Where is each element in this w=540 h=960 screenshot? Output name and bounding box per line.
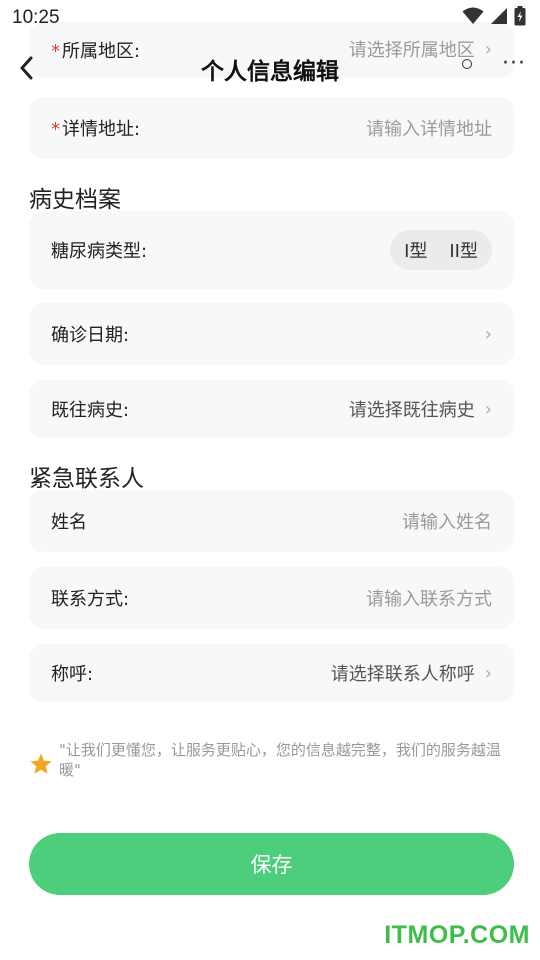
detail-address-field[interactable]: * 详情地址: 请输入详情地址 xyxy=(29,97,514,159)
watermark-logo: ITMOP.COM xyxy=(384,921,530,949)
nav-actions: ··· xyxy=(462,53,526,75)
diagnosis-date-label: 确诊日期: xyxy=(51,325,130,346)
diabetes-type-label: 糖尿病类型: xyxy=(51,241,148,262)
status-time: 10:25 xyxy=(12,7,60,28)
medical-history-label: 既往病史: xyxy=(51,400,130,421)
info-tip: "让我们更懂您，让服务更贴心，您的信息越完整，我们的服务越温暖" xyxy=(29,740,514,780)
contact-phone-input[interactable]: 请输入联系方式 xyxy=(366,585,492,611)
required-mark: * xyxy=(51,119,60,140)
page-title: 个人信息编辑 xyxy=(201,59,339,85)
medical-history-value[interactable]: 请选择既往病史 › xyxy=(349,396,492,422)
diabetes-type-toggle: I型 II型 xyxy=(390,230,492,270)
wifi-icon xyxy=(462,7,484,29)
contact-name-label: 姓名 xyxy=(51,512,87,533)
contact-phone-label: 联系方式: xyxy=(51,589,130,610)
signal-icon xyxy=(490,7,508,29)
detail-address-input[interactable]: 请输入详情地址 xyxy=(366,115,492,141)
more-icon[interactable]: ··· xyxy=(502,53,526,75)
status-bar: 10:25 xyxy=(0,0,540,36)
status-icons xyxy=(462,6,526,30)
save-button[interactable]: 保存 xyxy=(29,833,514,895)
chevron-right-icon: › xyxy=(484,398,492,420)
type-option-1[interactable]: I型 xyxy=(404,237,427,263)
contact-name-field[interactable]: 姓名 请输入姓名 xyxy=(29,490,514,552)
star-icon xyxy=(29,752,53,776)
detail-address-label: * 详情地址: xyxy=(51,119,141,140)
diabetes-type-field: 糖尿病类型: I型 II型 xyxy=(29,211,514,289)
contact-phone-field[interactable]: 联系方式: 请输入联系方式 xyxy=(29,567,514,629)
diagnosis-date-field[interactable]: 确诊日期: › xyxy=(29,303,514,365)
tip-text: "让我们更懂您，让服务更贴心，您的信息越完整，我们的服务越温暖" xyxy=(59,741,501,779)
battery-icon xyxy=(514,6,526,30)
diagnosis-date-value[interactable]: › xyxy=(475,324,492,345)
contact-relation-field[interactable]: 称呼: 请选择联系人称呼 › xyxy=(29,644,514,702)
type-option-2[interactable]: II型 xyxy=(449,237,478,263)
chevron-right-icon: › xyxy=(484,662,492,684)
contact-relation-label: 称呼: xyxy=(51,664,94,685)
chevron-right-icon: › xyxy=(484,323,492,345)
circle-icon[interactable] xyxy=(462,59,473,69)
emergency-section-title: 紧急联系人 xyxy=(29,466,144,492)
contact-relation-value[interactable]: 请选择联系人称呼 › xyxy=(331,660,492,686)
nav-bar: 个人信息编辑 ··· xyxy=(0,40,540,96)
medical-history-field[interactable]: 既往病史: 请选择既往病史 › xyxy=(29,380,514,438)
medical-section-title: 病史档案 xyxy=(29,187,121,213)
contact-name-input[interactable]: 请输入姓名 xyxy=(402,508,492,534)
